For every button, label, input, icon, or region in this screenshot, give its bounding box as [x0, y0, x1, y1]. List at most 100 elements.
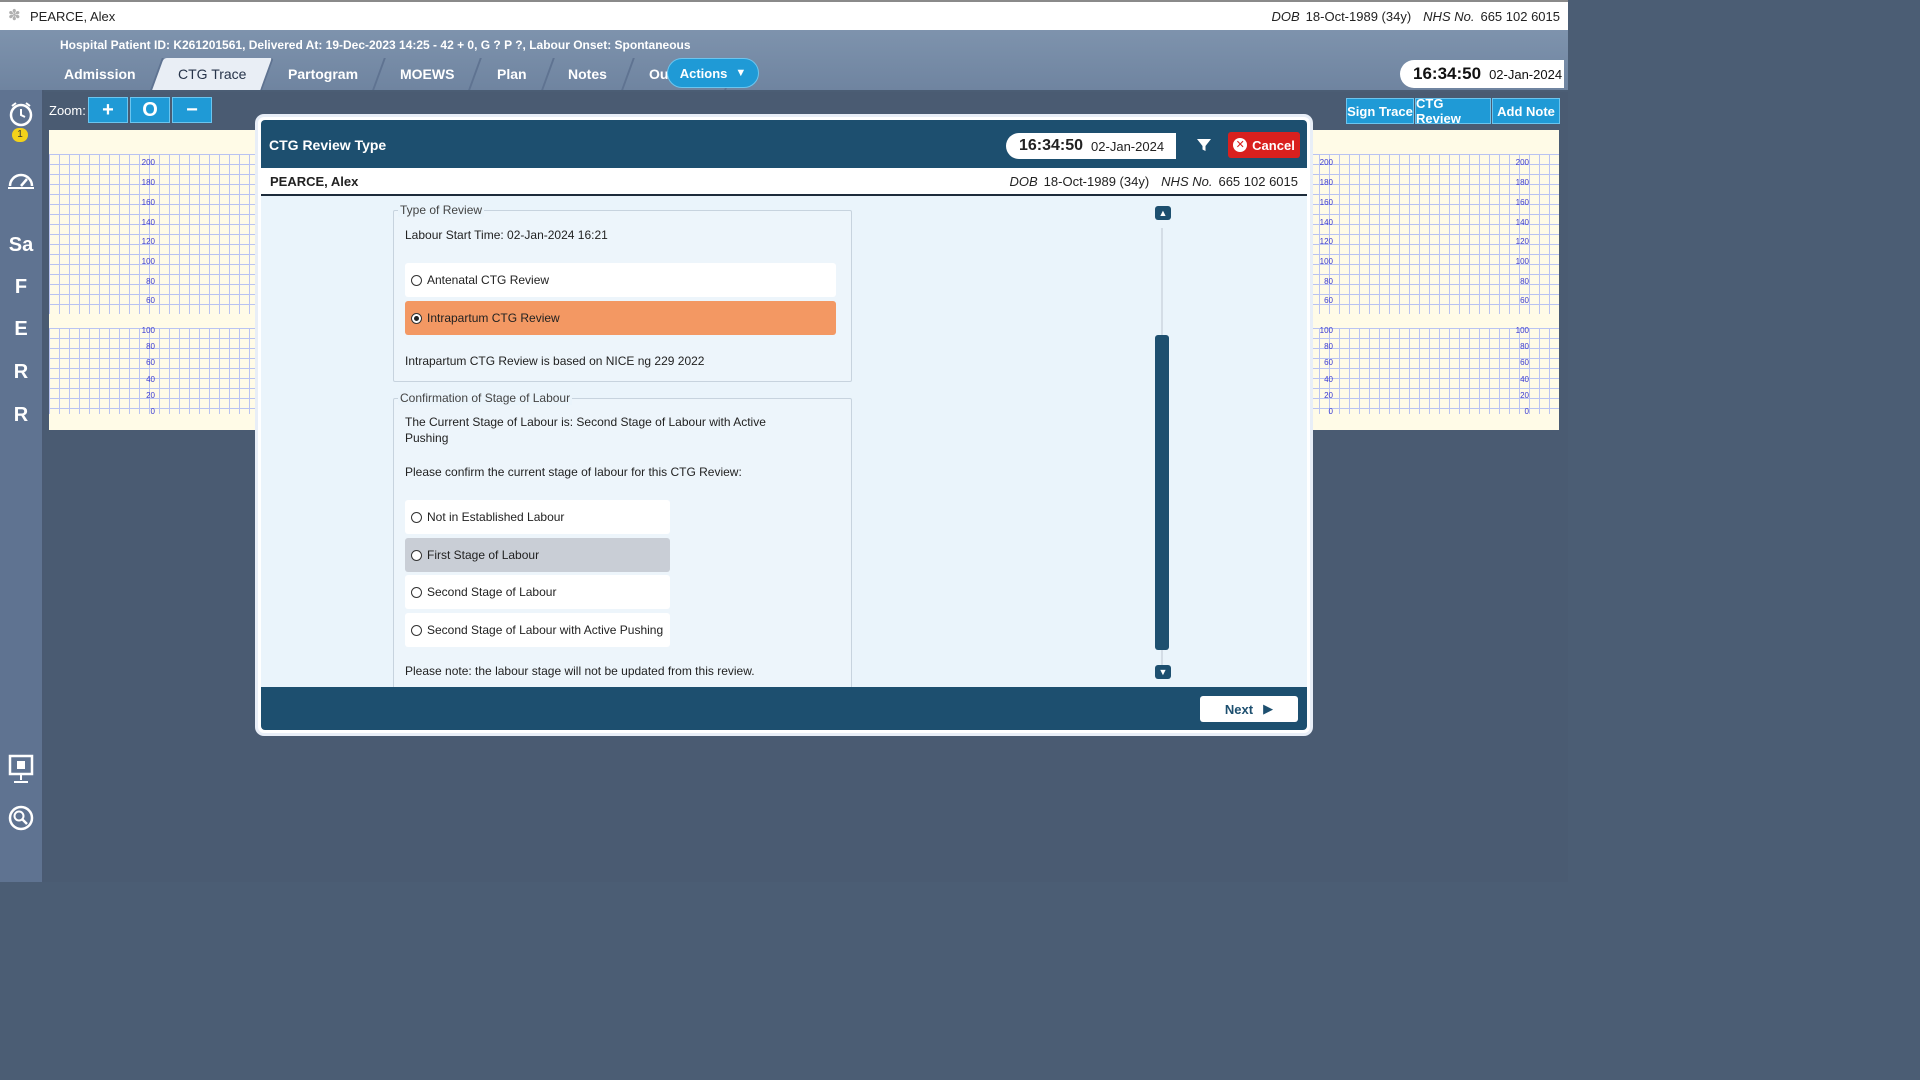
radio-intrapartum[interactable]: [411, 312, 422, 324]
dialog-title: CTG Review Type: [269, 137, 387, 153]
sidebar-item-sa[interactable]: Sa: [0, 234, 42, 257]
search-icon[interactable]: [0, 804, 42, 837]
fhr-tick: 100: [1515, 257, 1529, 266]
stage-of-labour-legend: Confirmation of Stage of Labour: [398, 391, 573, 405]
fhr-grid: [49, 154, 261, 314]
intrapartum-ctg-review-option[interactable]: Intrapartum CTG Review: [405, 301, 836, 335]
radio-first-stage[interactable]: [411, 549, 422, 561]
zoom-reset-button[interactable]: O: [130, 97, 170, 123]
toco-tick: 20: [146, 391, 155, 400]
toco-grid: [49, 328, 261, 414]
clock-time: 16:34:50: [1413, 64, 1482, 83]
zoom-in-button[interactable]: +: [88, 97, 128, 123]
alert-count-badge: 1: [12, 128, 28, 142]
fhr-tick: 160: [1515, 198, 1529, 207]
tab-plan[interactable]: Plan: [470, 58, 554, 90]
dob-label: DOB: [1271, 8, 1300, 24]
dialog-header: CTG Review Type 16:34:50 02-Jan-2024 ✕ C…: [261, 120, 1307, 168]
scroll-down-icon[interactable]: ▼: [1155, 665, 1171, 679]
second-stage-option[interactable]: Second Stage of Labour: [405, 575, 670, 609]
fhr-tick: 140: [1319, 218, 1333, 227]
ctg-review-type-dialog: CTG Review Type 16:34:50 02-Jan-2024 ✕ C…: [258, 117, 1310, 733]
sign-trace-button[interactable]: Sign Trace: [1346, 98, 1414, 124]
confirm-stage-prompt: Please confirm the current stage of labo…: [405, 465, 742, 479]
radio-antenatal[interactable]: [411, 274, 422, 286]
toco-tick: 100: [1319, 326, 1333, 335]
fhr-tick: 60: [1324, 296, 1333, 305]
type-of-review-group: Type of Review Labour Start Time: 02-Jan…: [393, 203, 852, 382]
fhr-tick: 120: [141, 237, 155, 246]
tab-partogram[interactable]: Partogram: [262, 58, 386, 90]
not-in-established-labour-option[interactable]: Not in Established Labour: [405, 500, 670, 534]
scrollbar-thumb[interactable]: [1155, 335, 1169, 650]
presentation-icon[interactable]: [0, 754, 42, 789]
radio-active-pushing[interactable]: [411, 624, 422, 636]
actions-button[interactable]: Actions ▼: [667, 58, 759, 88]
current-time-display: 16:34:50 02-Jan-2024: [1400, 60, 1564, 88]
ctg-review-button[interactable]: CTG Review: [1415, 96, 1491, 126]
toco-axis-right-a: 100 80 60 40 20 0: [1311, 326, 1333, 416]
fhr-tick: 100: [141, 257, 155, 266]
fhr-tick: 140: [141, 218, 155, 227]
tab-ctg-trace[interactable]: CTG Trace: [151, 58, 274, 90]
ctg-trace-right[interactable]: 200 180 160 140 120 100 80 60 200 180 16…: [1309, 130, 1559, 430]
fhr-tick: 180: [1319, 178, 1333, 187]
fhr-tick: 80: [1324, 277, 1333, 286]
toco-tick: 100: [141, 326, 155, 335]
current-stage-text-1: The Current Stage of Labour is: Second S…: [405, 415, 766, 429]
nice-note: Intrapartum CTG Review is based on NICE …: [405, 354, 705, 368]
toco-tick: 0: [1524, 407, 1529, 416]
toco-tick: 60: [1520, 358, 1529, 367]
fhr-tick: 180: [141, 178, 155, 187]
radio-second-stage[interactable]: [411, 586, 422, 598]
zoom-out-button[interactable]: −: [172, 97, 212, 123]
zoom-label: Zoom:: [49, 103, 86, 118]
patient-name: PEARCE, Alex: [30, 8, 116, 24]
dialog-footer: Next ▶: [261, 687, 1307, 730]
sidebar-item-e[interactable]: E: [0, 318, 42, 341]
option-label: Not in Established Labour: [427, 510, 565, 524]
tab-notes[interactable]: Notes: [542, 58, 635, 90]
fhr-tick: 80: [1520, 277, 1529, 286]
fhr-tick: 200: [141, 158, 155, 167]
patient-banner: ✽ PEARCE, Alex DOB 18-Oct-1989 (34y) NHS…: [0, 0, 1568, 30]
toco-tick: 20: [1324, 391, 1333, 400]
second-stage-active-pushing-option[interactable]: Second Stage of Labour with Active Pushi…: [405, 613, 670, 647]
sidebar-item-r1[interactable]: R: [0, 361, 42, 384]
next-button[interactable]: Next ▶: [1200, 696, 1298, 722]
filter-icon[interactable]: [1196, 137, 1212, 158]
app-header: Hospital Patient ID: K261201561, Deliver…: [0, 30, 1568, 90]
stage-of-labour-group: Confirmation of Stage of Labour The Curr…: [393, 391, 852, 687]
delivery-info: Hospital Patient ID: K261201561, Deliver…: [60, 38, 691, 52]
current-stage-text-2: Pushing: [405, 431, 449, 445]
nhs-label: NHS No.: [1423, 8, 1475, 24]
add-note-button[interactable]: Add Note: [1492, 98, 1560, 124]
fhr-tick: 120: [1515, 237, 1529, 246]
first-stage-option[interactable]: First Stage of Labour: [405, 538, 670, 572]
scroll-up-icon[interactable]: ▲: [1155, 206, 1171, 220]
option-label: Second Stage of Labour with Active Pushi…: [427, 623, 664, 637]
tab-label: Plan: [496, 66, 527, 82]
sidebar-item-r2[interactable]: R: [0, 404, 42, 427]
type-of-review-legend: Type of Review: [398, 203, 485, 217]
toco-axis-right-b: 100 80 60 40 20 0: [1507, 326, 1529, 416]
antenatal-ctg-review-option[interactable]: Antenatal CTG Review: [405, 263, 836, 297]
tab-admission[interactable]: Admission: [38, 58, 164, 90]
option-label: Antenatal CTG Review: [427, 273, 550, 287]
cancel-button[interactable]: ✕ Cancel: [1228, 132, 1300, 158]
left-sidebar: Sa F E R R: [0, 90, 44, 882]
tab-moews[interactable]: MOEWS: [374, 58, 483, 90]
fhr-tick: 140: [1515, 218, 1529, 227]
sidebar-item-f[interactable]: F: [0, 276, 42, 299]
nhs-label: NHS No.: [1161, 173, 1213, 189]
toco-tick: 0: [1328, 407, 1333, 416]
cancel-label: Cancel: [1252, 137, 1295, 153]
option-label: Second Stage of Labour: [427, 585, 557, 599]
fhr-axis-right-a: 200 180 160 140 120 100 80 60: [1311, 156, 1333, 316]
dialog-body[interactable]: Type of Review Labour Start Time: 02-Jan…: [261, 196, 1307, 687]
ctg-trace-left[interactable]: 200 180 160 140 120 100 80 60 100 80 60 …: [49, 130, 261, 430]
gauge-icon[interactable]: [0, 166, 42, 197]
next-label: Next: [1224, 701, 1254, 717]
toco-tick: 100: [1515, 326, 1529, 335]
radio-not-established[interactable]: [411, 511, 422, 523]
